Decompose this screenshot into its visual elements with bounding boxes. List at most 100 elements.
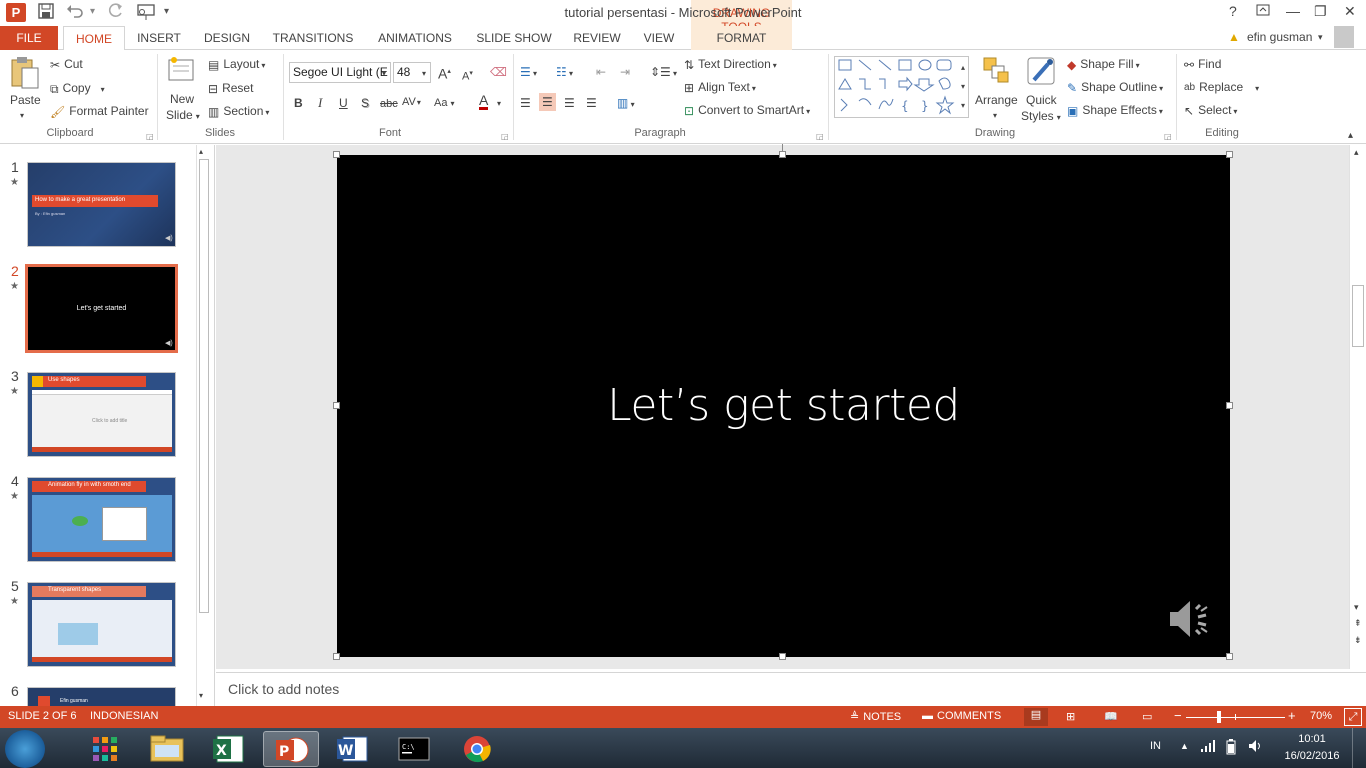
- clear-formatting-icon[interactable]: ⌫: [490, 64, 507, 80]
- select-button[interactable]: ↖ Select ▾: [1184, 102, 1237, 120]
- scroll-thumb[interactable]: [1352, 285, 1364, 347]
- scroll-up-icon[interactable]: ▴: [199, 147, 203, 156]
- section-button[interactable]: ▥ Section ▾: [208, 103, 269, 121]
- resize-handle[interactable]: [1226, 653, 1233, 660]
- find-button[interactable]: ⚯ Find: [1184, 56, 1221, 73]
- italic-button[interactable]: I: [318, 95, 322, 111]
- clock-date[interactable]: 16/02/2016: [1280, 750, 1344, 762]
- user-dropdown-icon[interactable]: ▾: [1318, 32, 1323, 43]
- shape-outline-button[interactable]: ✎ Shape Outline ▾: [1067, 79, 1163, 97]
- shapes-gallery[interactable]: { }: [834, 56, 969, 118]
- font-size-dropdown-icon[interactable]: ▾: [422, 66, 426, 82]
- new-slide-label-2[interactable]: Slide ▾: [166, 107, 200, 125]
- underline-button[interactable]: U: [339, 95, 348, 111]
- reset-button[interactable]: ⊟ Reset: [208, 80, 253, 97]
- paste-icon[interactable]: [10, 56, 40, 94]
- thumbnails-scrollbar[interactable]: ▴ ▾: [196, 145, 211, 706]
- scroll-thumb[interactable]: [199, 159, 209, 613]
- rotate-handle[interactable]: [782, 144, 783, 152]
- grow-font-button[interactable]: A▴: [438, 64, 451, 82]
- font-color-button[interactable]: A: [479, 93, 489, 110]
- tab-transitions[interactable]: TRANSITIONS: [268, 26, 358, 50]
- show-hidden-icons-icon[interactable]: ▲: [1180, 741, 1189, 751]
- command-prompt-icon[interactable]: C:\: [387, 731, 443, 767]
- network-icon[interactable]: [1200, 739, 1216, 756]
- slide-thumbnail-6[interactable]: Efin gusman: [27, 687, 176, 707]
- increase-indent-icon[interactable]: ⇥: [620, 64, 630, 80]
- convert-smartart-button[interactable]: ⊡ Convert to SmartArt ▾: [684, 102, 810, 120]
- character-spacing-button[interactable]: AV▾: [402, 94, 421, 111]
- copy-button[interactable]: ⧉ Copy ▾: [50, 80, 105, 98]
- notes-pane[interactable]: Click to add notes: [216, 672, 1366, 706]
- slide-thumbnail-4[interactable]: Animation fly in with smoth end: [27, 477, 176, 562]
- drawing-launcher-icon[interactable]: ◲: [1164, 129, 1172, 145]
- zoom-out-button[interactable]: −: [1174, 708, 1182, 723]
- arrange-button[interactable]: Arrange: [975, 92, 1018, 108]
- notes-placeholder[interactable]: Click to add notes: [228, 681, 339, 697]
- shadow-button[interactable]: S: [361, 95, 369, 111]
- warning-icon[interactable]: ▲: [1228, 30, 1240, 44]
- tab-format[interactable]: FORMAT: [691, 26, 792, 50]
- new-slide-icon[interactable]: [168, 56, 196, 86]
- resize-handle[interactable]: [779, 151, 786, 158]
- align-left-icon[interactable]: ☰: [520, 95, 531, 111]
- notes-button[interactable]: ≜ NOTES: [850, 710, 901, 723]
- slideshow-icon[interactable]: [136, 3, 156, 26]
- comments-button[interactable]: ▬ COMMENTS: [922, 710, 1001, 722]
- bullets-icon[interactable]: ☰ ▾: [520, 64, 537, 82]
- apps-launcher-icon[interactable]: [77, 731, 133, 767]
- shrink-font-button[interactable]: A▾: [462, 66, 473, 85]
- word-icon[interactable]: W: [325, 731, 381, 767]
- paste-dropdown-icon[interactable]: ▾: [20, 108, 24, 124]
- input-language-indicator[interactable]: IN: [1150, 740, 1161, 752]
- numbering-icon[interactable]: ☷ ▾: [556, 64, 573, 82]
- shape-fill-button[interactable]: ◆ Shape Fill ▾: [1067, 56, 1140, 74]
- battery-icon[interactable]: [1226, 739, 1236, 758]
- change-case-button[interactable]: Aa ▾: [434, 95, 454, 112]
- tab-animations[interactable]: ANIMATIONS: [370, 26, 460, 50]
- collapse-ribbon-icon[interactable]: ▴: [1348, 128, 1353, 144]
- align-text-button[interactable]: ⊞ Align Text ▾: [684, 79, 756, 97]
- resize-handle[interactable]: [1226, 402, 1233, 409]
- clock-time[interactable]: 10:01: [1282, 733, 1342, 745]
- close-button[interactable]: ✕: [1344, 3, 1356, 20]
- powerpoint-logo-icon[interactable]: P: [6, 3, 26, 22]
- paste-button[interactable]: Paste: [10, 92, 41, 108]
- tab-home[interactable]: HOME: [63, 26, 125, 51]
- redo-icon[interactable]: [106, 3, 124, 24]
- slide-thumbnail-5[interactable]: Transparent shapes: [27, 582, 176, 667]
- slide-sorter-icon[interactable]: ⊞: [1066, 710, 1075, 723]
- slide-thumbnail-3[interactable]: Use shapes Click to add title: [27, 372, 176, 457]
- help-button[interactable]: ?: [1229, 3, 1237, 19]
- shapes-gallery-scroll-icon[interactable]: ▴ ▾ ▾: [957, 58, 969, 115]
- slide-thumbnail-2[interactable]: Let's get started ◀): [25, 264, 178, 353]
- next-slide-icon[interactable]: ⇟: [1354, 635, 1362, 646]
- start-button-icon[interactable]: [5, 730, 45, 768]
- align-center-icon[interactable]: ☰: [539, 93, 556, 111]
- undo-dropdown-icon[interactable]: ▾: [90, 3, 95, 21]
- cut-button[interactable]: ✂ Cut: [50, 56, 83, 73]
- font-name-dropdown-icon[interactable]: ▾: [382, 66, 386, 82]
- show-desktop-button[interactable]: [1352, 728, 1366, 768]
- arrange-dropdown-icon[interactable]: ▾: [993, 108, 997, 124]
- zoom-in-button[interactable]: +: [1288, 708, 1296, 723]
- customize-dropdown-icon[interactable]: ▾: [164, 3, 169, 21]
- bold-button[interactable]: B: [294, 95, 303, 111]
- volume-icon[interactable]: [1248, 739, 1264, 756]
- new-slide-button[interactable]: New: [170, 91, 194, 107]
- decrease-indent-icon[interactable]: ⇤: [596, 64, 606, 80]
- font-name-combo[interactable]: Segoe UI Light (E: [289, 62, 391, 83]
- align-right-icon[interactable]: ☰: [564, 95, 575, 111]
- excel-icon[interactable]: X: [201, 731, 257, 767]
- clipboard-launcher-icon[interactable]: ◲: [146, 129, 154, 145]
- minimize-button[interactable]: —: [1286, 3, 1300, 19]
- font-color-dropdown-icon[interactable]: ▾: [497, 96, 501, 112]
- slide-title-text[interactable]: Let’s get started: [337, 380, 1230, 431]
- avatar[interactable]: [1334, 26, 1354, 48]
- format-painter-button[interactable]: 🖌 Format Painter: [50, 103, 149, 120]
- save-icon[interactable]: [38, 3, 54, 24]
- strikethrough-button[interactable]: abc: [380, 96, 398, 112]
- speaker-icon[interactable]: [1166, 597, 1216, 644]
- slide-thumbnail-1[interactable]: How to make a great presentation By : Ef…: [27, 162, 176, 247]
- zoom-level[interactable]: 70%: [1310, 710, 1332, 722]
